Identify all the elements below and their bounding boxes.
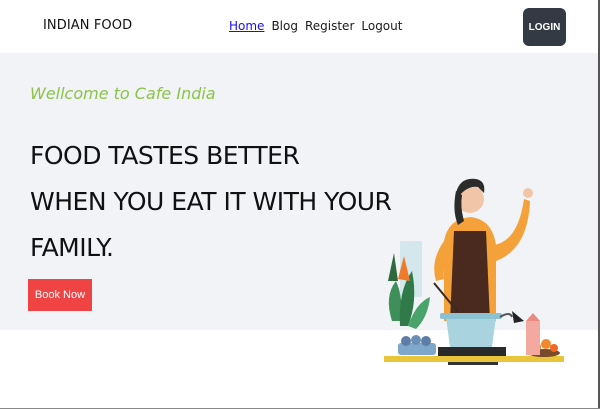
nav-link-register[interactable]: Register <box>305 19 354 33</box>
chef-hand <box>523 188 533 198</box>
nav-link-blog[interactable]: Blog <box>271 19 298 33</box>
tongs <box>512 311 524 323</box>
juice-carton <box>526 321 540 355</box>
nav-link-home[interactable]: Home <box>229 19 264 33</box>
counter-shadow <box>448 362 498 365</box>
login-button[interactable]: LOGIN <box>523 8 566 46</box>
hero-tagline: Wellcome to Cafe India <box>30 84 216 103</box>
plant-leaf <box>388 253 398 281</box>
stove <box>438 347 506 356</box>
nav-links: Home Blog Register Logout <box>229 19 402 33</box>
headline-line: FOOD TASTES BETTER <box>30 141 300 170</box>
cooking-pot <box>446 317 496 347</box>
plant-leaf <box>388 281 402 321</box>
book-now-button[interactable]: Book Now <box>28 279 92 311</box>
headline-line: FAMILY. <box>30 233 114 262</box>
hero-section: Wellcome to Cafe India FOOD TASTES BETTE… <box>0 53 600 365</box>
brand-logo[interactable]: INDIAN FOOD <box>43 18 132 33</box>
chef-apron <box>450 231 490 321</box>
hero-headline: FOOD TASTES BETTER WHEN YOU EAT IT WITH … <box>30 133 392 271</box>
chef-cooking-illustration <box>384 178 564 365</box>
headline-line: WHEN YOU EAT IT WITH YOUR <box>30 187 392 216</box>
nav-link-logout[interactable]: Logout <box>361 19 402 33</box>
navbar: INDIAN FOOD Home Blog Register Logout LO… <box>0 0 600 53</box>
counter-top <box>384 356 564 362</box>
chef-arm-right <box>494 199 530 261</box>
